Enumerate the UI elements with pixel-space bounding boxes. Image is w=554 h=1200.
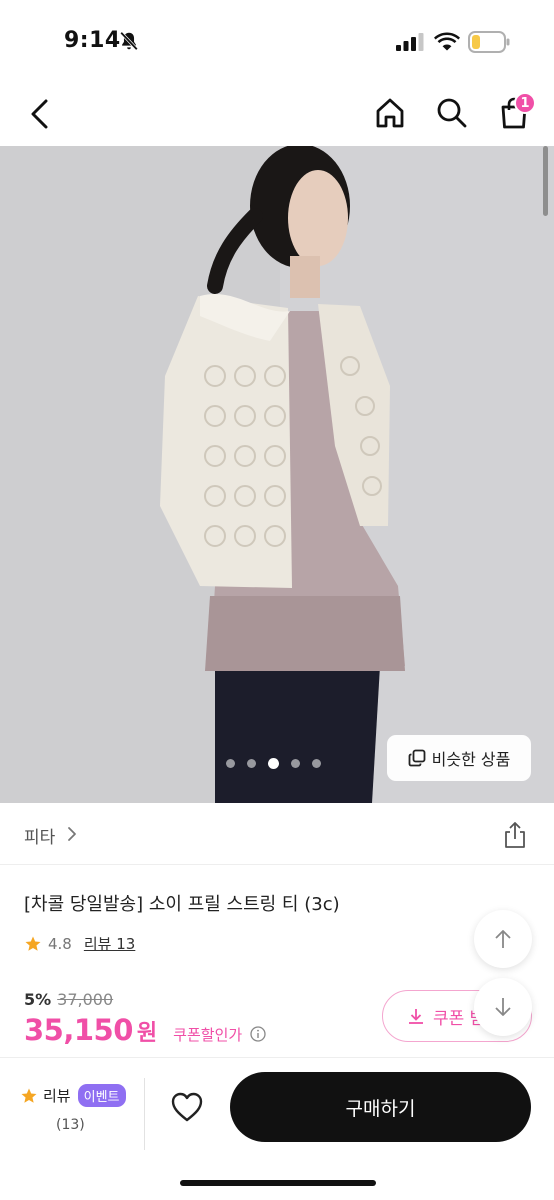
wifi-icon: [434, 32, 460, 51]
coupon-price-label: 쿠폰할인가: [173, 1026, 243, 1044]
carousel-dot[interactable]: [226, 759, 235, 768]
brand-row[interactable]: 피타: [0, 803, 554, 865]
divider: [144, 1078, 145, 1150]
chevron-left-icon[interactable]: [24, 97, 56, 131]
similar-products-button[interactable]: 비슷한 상품: [387, 735, 531, 781]
status-bar: 9:14: [0, 0, 554, 80]
search-icon[interactable]: [435, 96, 469, 130]
info-icon[interactable]: [250, 1026, 266, 1042]
buy-button[interactable]: 구매하기: [230, 1072, 531, 1142]
brand-name[interactable]: 피타: [24, 823, 55, 848]
cellular-signal-icon: [396, 33, 424, 51]
home-indicator: [180, 1180, 376, 1186]
bottom-action-bar: 리뷰 이벤트 (13) 구매하기: [0, 1057, 554, 1200]
review-count: (13): [56, 1117, 85, 1133]
rating-value: 4.8: [48, 934, 72, 953]
price-block: 5% 37,000 35,150 원 쿠폰할인가: [24, 990, 266, 1047]
product-image-gallery[interactable]: 비슷한 상품: [0, 146, 554, 803]
discount-line: 5% 37,000: [24, 990, 266, 1009]
review-link[interactable]: 리뷰 13: [84, 933, 135, 954]
event-badge: 이벤트: [77, 1084, 126, 1107]
product-title: [차콜 당일발송] 소이 프릴 스트링 티 (3c): [24, 894, 340, 915]
carousel-dot-active[interactable]: [268, 758, 279, 769]
similar-products-label: 비슷한 상품: [431, 750, 511, 769]
rating-row: 4.8 리뷰 13: [24, 933, 135, 954]
final-price: 35,150: [24, 1013, 133, 1047]
download-icon: [409, 1009, 423, 1024]
scroll-to-top-button[interactable]: [474, 910, 532, 968]
product-photo: [0, 146, 554, 803]
cart-count-badge: 1: [514, 92, 536, 114]
original-price: 37,000: [57, 990, 114, 1009]
status-time: 9:14: [64, 28, 121, 53]
nav-bar: 1: [0, 80, 554, 146]
chevron-right-icon: [68, 827, 76, 841]
arrow-up-icon: [495, 930, 511, 948]
scroll-to-bottom-button[interactable]: [474, 978, 532, 1036]
carousel-dot[interactable]: [247, 759, 256, 768]
carousel-dot[interactable]: [291, 759, 300, 768]
bell-slash-icon: [120, 31, 138, 51]
carousel-dot[interactable]: [312, 759, 321, 768]
review-summary[interactable]: 리뷰 이벤트 (13): [20, 1084, 130, 1133]
copy-icon: [408, 749, 426, 767]
share-icon[interactable]: [502, 821, 528, 849]
final-price-line: 35,150 원 쿠폰할인가: [24, 1013, 266, 1047]
review-summary-top: 리뷰 이벤트: [20, 1084, 130, 1107]
carousel-dots: [226, 758, 321, 769]
home-icon[interactable]: [373, 96, 407, 130]
star-icon: [25, 936, 41, 951]
review-summary-label: 리뷰: [43, 1087, 71, 1105]
arrow-down-icon: [495, 998, 511, 1016]
battery-icon: [468, 31, 510, 53]
heart-icon[interactable]: [170, 1091, 204, 1123]
star-icon: [21, 1088, 37, 1103]
scroll-indicator: [543, 146, 548, 216]
discount-rate: 5%: [24, 990, 52, 1009]
currency-label: 원: [136, 1021, 158, 1046]
